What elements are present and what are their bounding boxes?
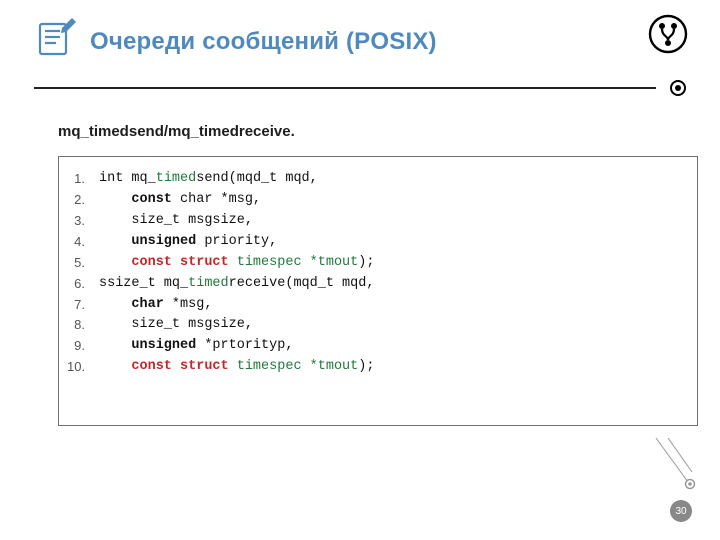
line-content: const char *msg, (99, 190, 261, 211)
divider-line (34, 87, 656, 89)
line-number: 5. (67, 253, 99, 274)
line-number: 9. (67, 336, 99, 357)
line-number: 10. (67, 357, 99, 378)
code-line: 2. const char *msg, (67, 190, 683, 211)
line-number: 6. (67, 274, 99, 295)
line-content: const struct timespec *tmout); (99, 253, 374, 274)
page-number: 30 (675, 506, 686, 517)
code-line: 3. size_t msgsize, (67, 211, 683, 232)
code-line: 9. unsigned *prtorityp, (67, 336, 683, 357)
line-content: const struct timespec *tmout); (99, 357, 374, 378)
code-line: 4. unsigned priority, (67, 232, 683, 253)
divider (34, 87, 686, 89)
line-number: 3. (67, 211, 99, 232)
git-branch-circle-icon (648, 14, 688, 59)
line-number: 8. (67, 315, 99, 336)
line-content: ssize_t mq_timedreceive(mqd_t mqd, (99, 274, 374, 295)
line-content: size_t msgsize, (99, 211, 253, 232)
notes-pencil-icon (34, 18, 76, 65)
header: Очереди сообщений (POSIX) (34, 18, 686, 65)
page-number-badge: 30 (670, 500, 692, 522)
code-line: 5. const struct timespec *tmout); (67, 253, 683, 274)
slide: Очереди сообщений (POSIX) mq_timedsend/m… (0, 0, 720, 540)
line-number: 7. (67, 295, 99, 316)
subtitle: mq_timedsend/mq_timedreceive. (58, 123, 686, 140)
line-content: int mq_timedsend(mqd_t mqd, (99, 169, 318, 190)
code-line: 7. char *msg, (67, 295, 683, 316)
code-line: 1.int mq_timedsend(mqd_t mqd, (67, 169, 683, 190)
slide-title: Очереди сообщений (POSIX) (90, 28, 437, 56)
code-line: 6.ssize_t mq_timedreceive(mqd_t mqd, (67, 274, 683, 295)
code-block: 1.int mq_timedsend(mqd_t mqd,2. const ch… (58, 156, 698, 426)
line-number: 4. (67, 232, 99, 253)
divider-dot-icon (670, 80, 686, 101)
code-line: 8. size_t msgsize, (67, 315, 683, 336)
line-content: size_t msgsize, (99, 315, 253, 336)
line-content: unsigned priority, (99, 232, 277, 253)
decorative-lines-icon (646, 438, 706, 498)
code-line: 10. const struct timespec *tmout); (67, 357, 683, 378)
line-number: 1. (67, 169, 99, 190)
line-content: unsigned *prtorityp, (99, 336, 293, 357)
line-number: 2. (67, 190, 99, 211)
line-content: char *msg, (99, 295, 212, 316)
